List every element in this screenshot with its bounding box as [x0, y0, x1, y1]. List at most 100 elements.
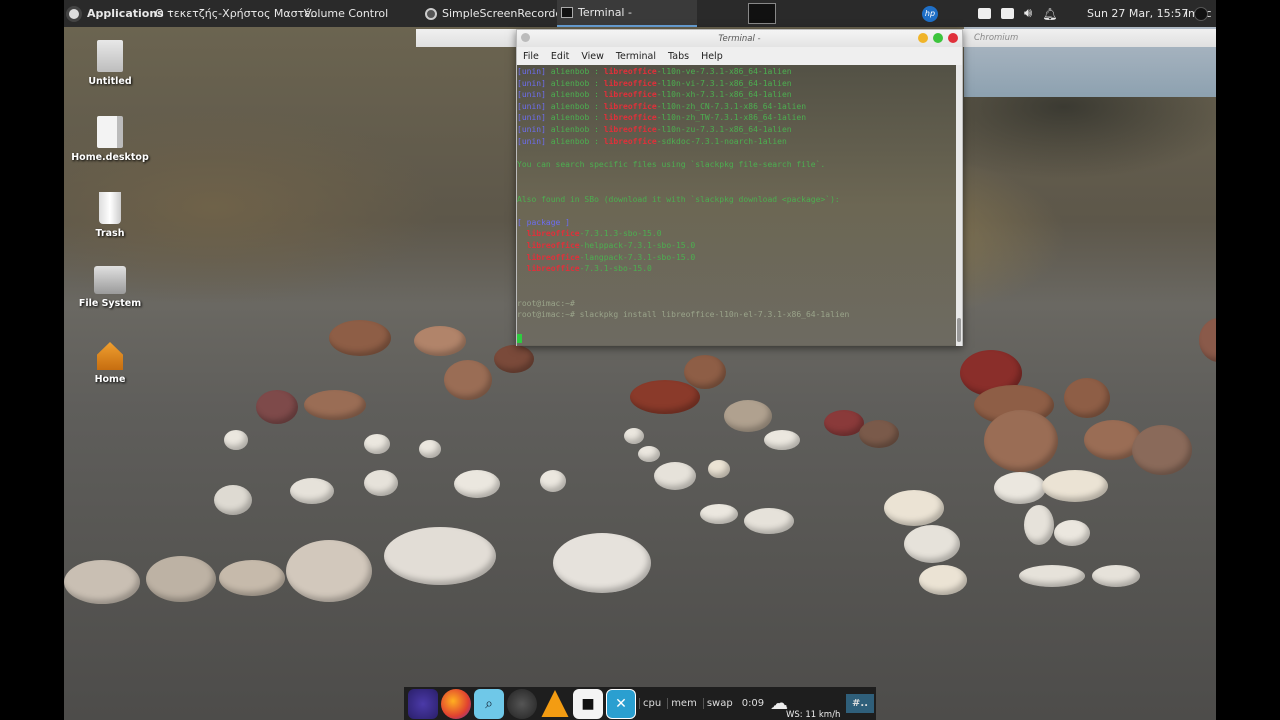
task-label: Volume Control: [304, 7, 389, 20]
pebble: [904, 525, 960, 563]
line-match: libreoffice: [526, 252, 580, 262]
line-package: -l10n-zu-7.3.1-x86_64-1alien: [656, 124, 792, 134]
pebble: [654, 462, 696, 490]
line-separator: :: [594, 113, 599, 123]
command-line: root@imac:~# slackpkg install libreoffic…: [517, 310, 850, 320]
pebble: [744, 508, 794, 534]
weather-wind-speed: WS: 11 km/h: [786, 710, 841, 720]
screenshot-tray-icon[interactable]: [1001, 8, 1014, 19]
desktop-icon-home-desktop[interactable]: Home.desktop: [64, 116, 158, 163]
line-status: [unin]: [517, 90, 546, 100]
task-chromium[interactable]: Ο τεκετζής-Χρήστος Μαστέ...: [150, 0, 321, 27]
power-button[interactable]: [1194, 0, 1208, 27]
background-window-titlebar[interactable]: [416, 29, 516, 47]
pebble: [624, 428, 644, 444]
menu-file[interactable]: File: [523, 51, 539, 62]
pebble: [630, 380, 700, 414]
line-separator: :: [594, 67, 599, 76]
pebble: [684, 355, 726, 389]
pebble: [494, 345, 534, 373]
top-panel: Applications ⁝ Ο τεκετζής-Χρήστος Μαστέ.…: [64, 0, 1216, 27]
terminal-window[interactable]: Terminal - File Edit View Terminal Tabs …: [516, 29, 963, 346]
line-status: [unin]: [517, 67, 546, 76]
terminal-titlebar[interactable]: Terminal -: [517, 30, 962, 47]
window-menu-icon[interactable]: [521, 33, 530, 42]
drive-icon: [94, 266, 126, 294]
pebble: [384, 527, 496, 585]
swap-monitor[interactable]: swap: [702, 698, 736, 709]
maximize-button[interactable]: [933, 33, 943, 43]
terminal-title: Terminal -: [718, 33, 761, 44]
pebble: [884, 490, 944, 526]
show-desktop-button[interactable]: [748, 0, 776, 27]
desktop-icon-file-system[interactable]: File System: [64, 266, 158, 309]
menu-tabs[interactable]: Tabs: [668, 51, 689, 62]
pebble: [1132, 425, 1192, 475]
clock[interactable]: Sun 27 Mar, 15:57: [1087, 0, 1188, 27]
pebble: [824, 410, 864, 436]
pebble: [329, 320, 391, 356]
line-status: [unin]: [517, 101, 546, 111]
task-volume-control[interactable]: Volume Control: [304, 0, 388, 27]
mem-monitor[interactable]: mem: [667, 698, 700, 709]
terminal-line: [unin] alienbob : libreoffice-l10n-zu-7.…: [517, 124, 958, 136]
terminal-line: [unin] alienbob : libreoffice-l10n-vi-7.…: [517, 78, 958, 90]
line-package: -sdkdoc-7.3.1-noarch-1alien: [656, 136, 787, 146]
desktop-icon-untitled[interactable]: Untitled: [64, 40, 158, 87]
pebble: [286, 540, 372, 602]
terminal-line: [unin] alienbob : libreoffice-l10n-zh_TW…: [517, 112, 958, 124]
notification-bell-icon[interactable]: 🔔︎: [1042, 7, 1057, 21]
menu-view[interactable]: View: [581, 51, 604, 62]
task-terminal[interactable]: Terminal -: [557, 0, 697, 27]
chromium-window-titlebar[interactable]: Chromium: [962, 29, 1216, 47]
terminal-output[interactable]: [unin] alienbob : libreoffice-l10n-ve-7.…: [517, 65, 958, 346]
volume-icon[interactable]: 🔊︎: [1024, 6, 1032, 21]
scrollbar-thumb[interactable]: [957, 318, 961, 342]
pebble: [700, 504, 738, 524]
webcam-icon[interactable]: [507, 688, 537, 719]
screen-recorder-icon[interactable]: ■: [573, 688, 603, 719]
pebble: [859, 420, 899, 448]
hp-tray[interactable]: hp: [922, 0, 938, 27]
pebble: [64, 560, 140, 604]
line-repo: alienbob: [550, 67, 590, 76]
search-icon[interactable]: ⌕: [474, 688, 504, 719]
terminal-line: libreoffice-7.3.1-sbo-15.0: [517, 263, 958, 275]
menu-terminal[interactable]: Terminal: [616, 51, 656, 62]
launcher-icon[interactable]: [408, 688, 438, 719]
terminal-line: [unin] alienbob : libreoffice-sdkdoc-7.3…: [517, 136, 958, 148]
menu-edit[interactable]: Edit: [551, 51, 569, 62]
task-screen-recorder[interactable]: SimpleScreenRecorder: [425, 0, 567, 27]
pebble: [454, 470, 500, 498]
pebble: [553, 533, 651, 593]
workspace-switcher[interactable]: #..: [846, 694, 874, 713]
line-package: -l10n-vi-7.3.1-x86_64-1alien: [656, 78, 792, 88]
line-status: [unin]: [517, 124, 546, 134]
line-match: libreoffice: [526, 264, 580, 274]
desktop-icon-label: Untitled: [88, 76, 132, 87]
search-hint: You can search specific files using `sla…: [517, 159, 826, 169]
vlc-icon[interactable]: [541, 690, 569, 717]
desktop-icon-home[interactable]: Home: [64, 342, 158, 385]
menu-help[interactable]: Help: [701, 51, 723, 62]
pebble: [540, 470, 566, 492]
close-button[interactable]: [948, 33, 958, 43]
terminal-scrollbar[interactable]: [956, 65, 962, 346]
cpu-monitor[interactable]: cpu: [639, 698, 664, 709]
recorder-tray-icon[interactable]: [978, 8, 991, 19]
minimize-button[interactable]: [918, 33, 928, 43]
terminal-icon: [561, 7, 573, 18]
pebble: [708, 460, 730, 478]
line-package: -l10n-zh_TW-7.3.1-x86_64-1alien: [656, 113, 807, 123]
desktop-icon-trash[interactable]: Trash: [64, 192, 158, 239]
terminal-app-icon[interactable]: ✕: [606, 688, 636, 719]
pebble: [984, 410, 1058, 472]
pebble: [444, 360, 492, 400]
firefox-icon[interactable]: [441, 688, 471, 719]
